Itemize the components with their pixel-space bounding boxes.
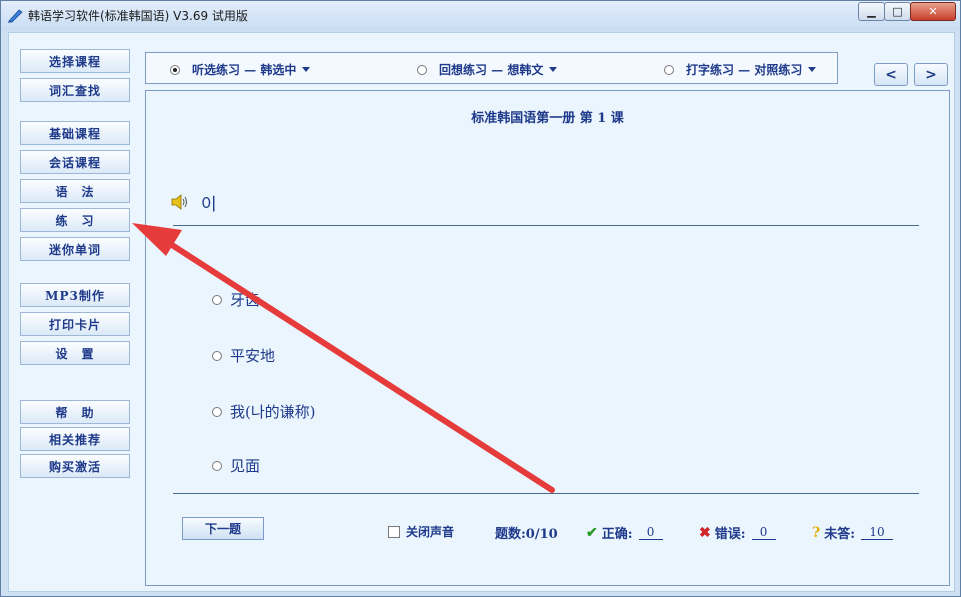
- question-count: 题数:0/10: [495, 523, 558, 542]
- sidebar-item-select-course[interactable]: 选择课程: [20, 49, 130, 73]
- correct-label: 正确:: [601, 527, 633, 542]
- radio-icon[interactable]: [664, 64, 674, 75]
- mode-label: 回想练习 — 想韩文: [439, 63, 544, 77]
- next-arrow-button[interactable]: >: [914, 63, 948, 86]
- chevron-down-icon[interactable]: [302, 67, 311, 72]
- wrong-value: 0: [751, 525, 776, 540]
- mode-recall[interactable]: 回想练习 — 想韩文: [417, 61, 558, 78]
- app-window: 韩语学习软件(标准韩国语) V3.69 试用版 ▁ □ ✕ 选择课程 词汇查找 …: [0, 0, 961, 597]
- divider: [173, 225, 919, 226]
- sidebar-item-basic-course[interactable]: 基础课程: [20, 121, 130, 145]
- unanswered-stat: ? 未答: 10: [812, 523, 894, 542]
- close-button[interactable]: ✕: [910, 2, 956, 21]
- check-icon: ✔: [586, 524, 598, 541]
- mute-label: 关闭声音: [406, 525, 455, 539]
- sidebar-item-conversation-course[interactable]: 会话课程: [20, 150, 130, 174]
- minimize-button[interactable]: ▁: [858, 2, 885, 21]
- wrong-label: 错误:: [714, 527, 746, 542]
- chevron-down-icon[interactable]: [808, 67, 817, 72]
- choice-label: 平安地: [230, 347, 276, 365]
- sidebar-item-practice[interactable]: 练 习: [20, 208, 130, 232]
- question-word: 이: [201, 195, 217, 215]
- window-title: 韩语学习软件(标准韩国语) V3.69 试用版: [28, 9, 248, 23]
- exercise-panel: 标准韩国语第一册 第 1 课 이 牙齿 平安地 我(나的谦称) 见面 下一题 关…: [145, 90, 950, 586]
- sidebar-item-help[interactable]: 帮 助: [20, 400, 130, 424]
- radio-icon[interactable]: [212, 460, 222, 471]
- lesson-title: 标准韩国语第一册 第 1 课: [471, 111, 624, 126]
- choice-label: 见面: [230, 457, 261, 475]
- correct-stat: ✔ 正确: 0: [586, 523, 663, 542]
- prev-arrow-button[interactable]: <: [874, 63, 908, 86]
- unanswered-value: 10: [861, 525, 894, 540]
- speaker-icon[interactable]: [171, 194, 189, 210]
- choice-label: 我(나的谦称): [230, 403, 316, 421]
- checkbox-icon[interactable]: [388, 525, 400, 538]
- sidebar-item-recommend[interactable]: 相关推荐: [20, 427, 130, 451]
- sidebar-item-purchase[interactable]: 购买激活: [20, 454, 130, 478]
- choice-option[interactable]: 见面: [212, 455, 260, 476]
- mode-label: 听选练习 — 韩选中: [192, 63, 297, 77]
- correct-value: 0: [638, 525, 663, 540]
- wrong-stat: ✖ 错误: 0: [699, 523, 776, 542]
- next-question-button[interactable]: 下一题: [182, 517, 264, 540]
- sidebar-item-grammar[interactable]: 语 法: [20, 179, 130, 203]
- sidebar-item-settings[interactable]: 设 置: [20, 341, 130, 365]
- sidebar-item-mini-words[interactable]: 迷你单词: [20, 237, 130, 261]
- practice-mode-bar: 听选练习 — 韩选中 回想练习 — 想韩文 打字练习 — 对照练习: [145, 52, 838, 84]
- client-area: 选择课程 词汇查找 基础课程 会话课程 语 法 练 习 迷你单词 MP3制作 打…: [8, 32, 955, 592]
- radio-icon[interactable]: [417, 64, 427, 75]
- title-bar: 韩语学习软件(标准韩国语) V3.69 试用版 ▁ □ ✕: [1, 1, 960, 31]
- app-icon: [8, 9, 23, 23]
- mode-label: 打字练习 — 对照练习: [686, 63, 803, 77]
- mode-typing[interactable]: 打字练习 — 对照练习: [664, 61, 817, 78]
- maximize-button[interactable]: □: [884, 2, 911, 21]
- sidebar-item-vocab-search[interactable]: 词汇查找: [20, 78, 130, 102]
- cross-icon: ✖: [699, 524, 711, 541]
- divider: [173, 493, 919, 494]
- mode-listen-select[interactable]: 听选练习 — 韩选中: [170, 61, 311, 78]
- question-mark-icon: ?: [812, 524, 821, 541]
- chevron-down-icon[interactable]: [549, 67, 558, 72]
- choice-option[interactable]: 平安地: [212, 345, 275, 366]
- choice-label: 牙齿: [230, 291, 261, 309]
- mute-toggle[interactable]: 关闭声音: [388, 523, 454, 540]
- sidebar-item-mp3[interactable]: MP3制作: [20, 283, 130, 307]
- sidebar-item-print-cards[interactable]: 打印卡片: [20, 312, 130, 336]
- unanswered-label: 未答:: [824, 527, 856, 542]
- choice-option[interactable]: 我(나的谦称): [212, 401, 316, 422]
- radio-icon[interactable]: [212, 294, 222, 305]
- radio-checked-icon[interactable]: [170, 64, 180, 75]
- choice-option[interactable]: 牙齿: [212, 289, 260, 310]
- count-label: 题数:0/10: [495, 527, 558, 542]
- radio-icon[interactable]: [212, 350, 222, 361]
- radio-icon[interactable]: [212, 406, 222, 417]
